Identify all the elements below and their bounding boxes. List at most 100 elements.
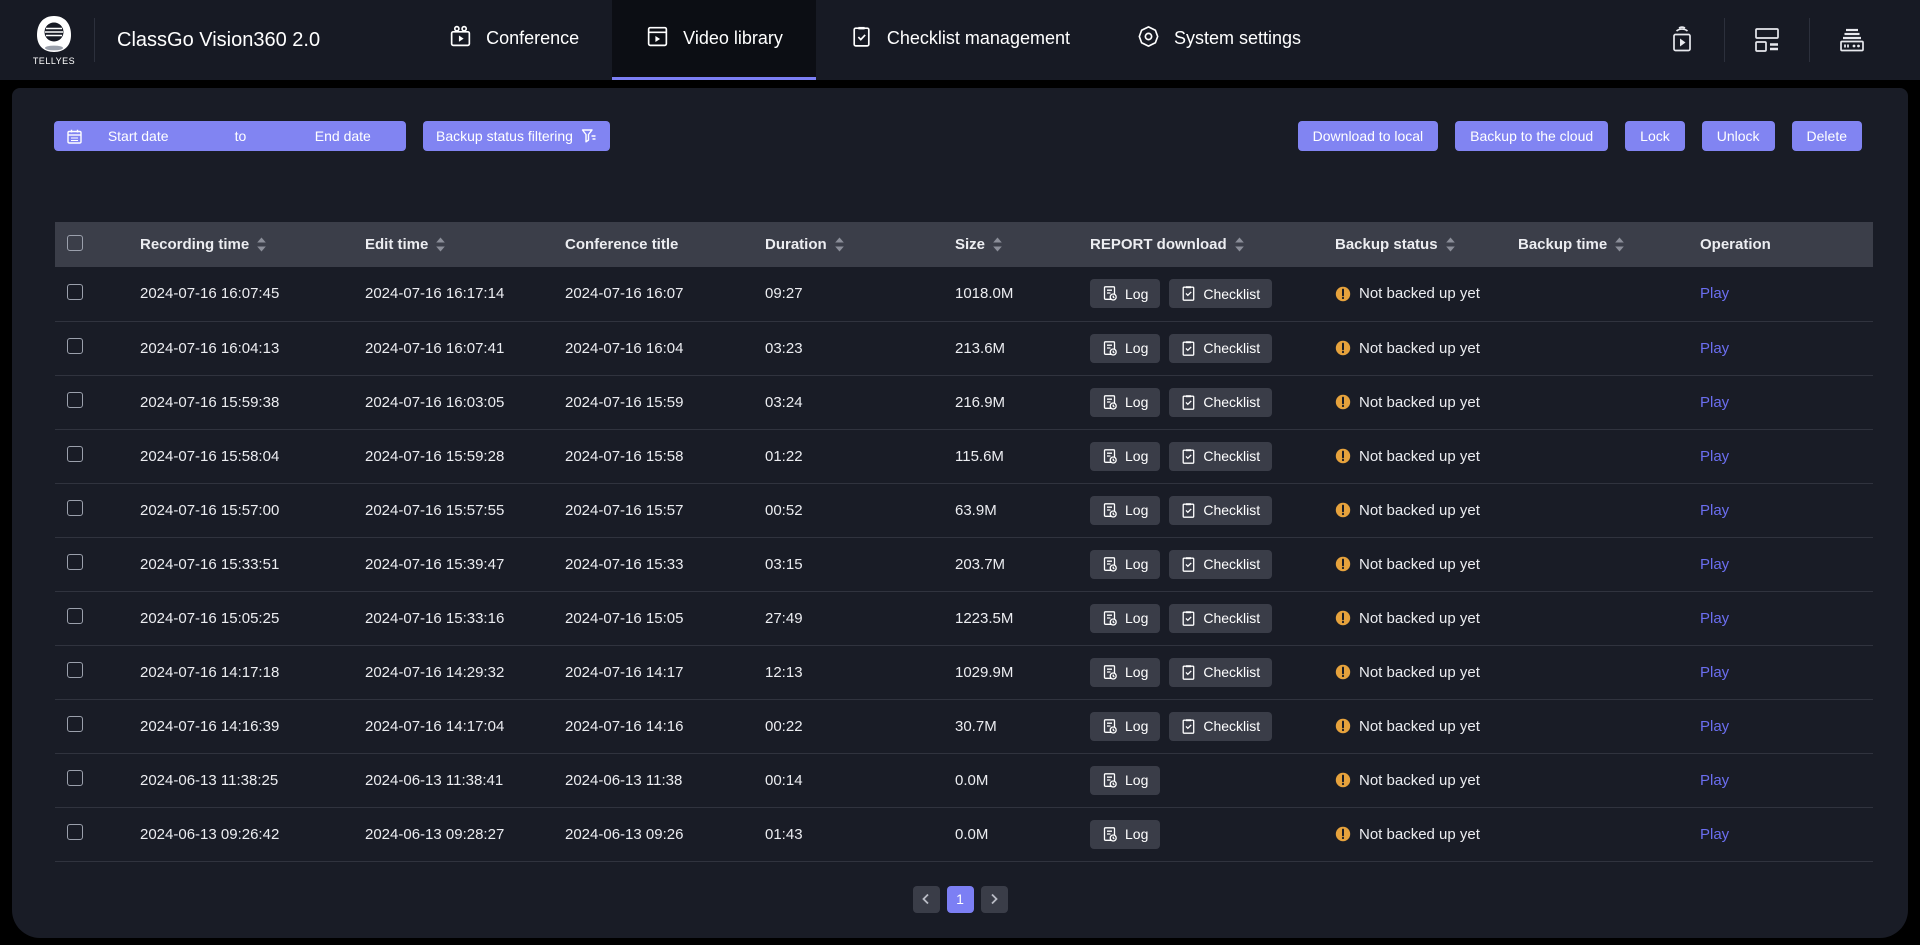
tab-video-library[interactable]: Video library	[612, 0, 816, 80]
table-row: 2024-07-16 16:04:13 2024-07-16 16:07:41 …	[55, 321, 1873, 375]
backup-status-text: Not backed up yet	[1359, 826, 1480, 843]
lock-button[interactable]: Lock	[1625, 121, 1685, 151]
download-to-local-button[interactable]: Download to local	[1298, 121, 1439, 151]
play-link[interactable]: Play	[1700, 772, 1729, 789]
delete-button[interactable]: Delete	[1792, 121, 1862, 151]
page-number-button[interactable]: 1	[947, 886, 974, 913]
sort-icon[interactable]	[834, 237, 845, 252]
sort-icon[interactable]	[1445, 237, 1456, 252]
tab-system-settings[interactable]: System settings	[1103, 0, 1334, 80]
report-download-cell: Log Checklist	[1090, 334, 1325, 363]
warning-icon	[1335, 502, 1351, 518]
row-checkbox[interactable]	[67, 662, 83, 678]
checklist-check-icon	[1181, 502, 1196, 519]
log-button[interactable]: Log	[1090, 550, 1160, 579]
backup-time-cell	[1508, 645, 1690, 699]
play-link[interactable]: Play	[1700, 826, 1729, 843]
log-button[interactable]: Log	[1090, 279, 1160, 308]
conference-title-cell: 2024-07-16 15:59	[555, 375, 755, 429]
row-checkbox[interactable]	[67, 284, 83, 300]
nav-tabs: Conference Video library	[415, 0, 1334, 80]
tab-conference[interactable]: Conference	[415, 0, 612, 80]
checklist-button[interactable]: Checklist	[1169, 279, 1272, 308]
checklist-button[interactable]: Checklist	[1169, 388, 1272, 417]
select-all-checkbox[interactable]	[67, 235, 83, 251]
edit-time-cell: 2024-06-13 09:28:27	[355, 807, 555, 861]
play-link[interactable]: Play	[1700, 718, 1729, 735]
log-button[interactable]: Log	[1090, 604, 1160, 633]
warning-icon	[1335, 394, 1351, 410]
video-library-icon	[645, 24, 670, 54]
tab-label: System settings	[1174, 28, 1301, 49]
live-broadcast-icon[interactable]	[1640, 24, 1724, 56]
log-document-icon	[1102, 772, 1118, 789]
unlock-button[interactable]: Unlock	[1702, 121, 1775, 151]
log-button[interactable]: Log	[1090, 820, 1160, 849]
column-header: REPORT download	[1090, 236, 1227, 253]
duration-cell: 12:13	[755, 645, 945, 699]
row-checkbox[interactable]	[67, 446, 83, 462]
checklist-button[interactable]: Checklist	[1169, 334, 1272, 363]
play-link[interactable]: Play	[1700, 556, 1729, 573]
play-link[interactable]: Play	[1700, 285, 1729, 302]
duration-cell: 09:27	[755, 267, 945, 321]
log-button[interactable]: Log	[1090, 334, 1160, 363]
tab-label: Conference	[486, 28, 579, 49]
duration-cell: 03:23	[755, 321, 945, 375]
row-checkbox[interactable]	[67, 608, 83, 624]
play-link[interactable]: Play	[1700, 394, 1729, 411]
sort-icon[interactable]	[1234, 237, 1245, 252]
next-page-button[interactable]	[981, 886, 1008, 913]
conference-title-cell: 2024-07-16 15:58	[555, 429, 755, 483]
row-checkbox[interactable]	[67, 716, 83, 732]
start-date-field[interactable]: Start date	[87, 128, 189, 144]
checklist-button[interactable]: Checklist	[1169, 658, 1272, 687]
backup-status-text: Not backed up yet	[1359, 502, 1480, 519]
checklist-check-icon	[1181, 556, 1196, 573]
table-row: 2024-07-16 15:58:04 2024-07-16 15:59:28 …	[55, 429, 1873, 483]
checklist-button[interactable]: Checklist	[1169, 496, 1272, 525]
log-button[interactable]: Log	[1090, 712, 1160, 741]
sort-icon[interactable]	[992, 237, 1003, 252]
row-checkbox[interactable]	[67, 500, 83, 516]
row-checkbox[interactable]	[67, 770, 83, 786]
sort-icon[interactable]	[256, 237, 267, 252]
tab-checklist-management[interactable]: Checklist management	[816, 0, 1103, 80]
sort-icon[interactable]	[435, 237, 446, 252]
row-checkbox[interactable]	[67, 392, 83, 408]
log-button[interactable]: Log	[1090, 766, 1160, 795]
sort-icon[interactable]	[1614, 237, 1625, 252]
checklist-button[interactable]: Checklist	[1169, 712, 1272, 741]
row-checkbox[interactable]	[67, 338, 83, 354]
calendar-icon	[66, 128, 83, 145]
play-link[interactable]: Play	[1700, 664, 1729, 681]
checklist-button[interactable]: Checklist	[1169, 550, 1272, 579]
play-link[interactable]: Play	[1700, 448, 1729, 465]
log-button[interactable]: Log	[1090, 658, 1160, 687]
play-link[interactable]: Play	[1700, 610, 1729, 627]
row-checkbox[interactable]	[67, 824, 83, 840]
log-document-icon	[1102, 340, 1118, 357]
logo-text: TELLYES	[33, 56, 75, 66]
checklist-check-icon	[1181, 285, 1196, 302]
log-button[interactable]: Log	[1090, 442, 1160, 471]
checklist-button[interactable]: Checklist	[1169, 604, 1272, 633]
nav-actions	[1640, 0, 1920, 80]
log-button[interactable]: Log	[1090, 388, 1160, 417]
backup-status-filter-button[interactable]: Backup status filtering	[423, 121, 610, 151]
play-link[interactable]: Play	[1700, 502, 1729, 519]
recorder-device-icon[interactable]	[1810, 25, 1894, 55]
log-button[interactable]: Log	[1090, 496, 1160, 525]
end-date-field[interactable]: End date	[292, 128, 394, 144]
layout-dashboard-icon[interactable]	[1725, 25, 1809, 55]
checklist-button[interactable]: Checklist	[1169, 442, 1272, 471]
prev-page-button[interactable]	[913, 886, 940, 913]
column-header: Size	[955, 236, 985, 253]
edit-time-cell: 2024-07-16 14:29:32	[355, 645, 555, 699]
warning-icon	[1335, 826, 1351, 842]
backup-to-cloud-button[interactable]: Backup to the cloud	[1455, 121, 1608, 151]
row-checkbox[interactable]	[67, 554, 83, 570]
play-link[interactable]: Play	[1700, 340, 1729, 357]
backup-status-text: Not backed up yet	[1359, 448, 1480, 465]
date-range-picker[interactable]: Start date to End date	[54, 121, 406, 151]
